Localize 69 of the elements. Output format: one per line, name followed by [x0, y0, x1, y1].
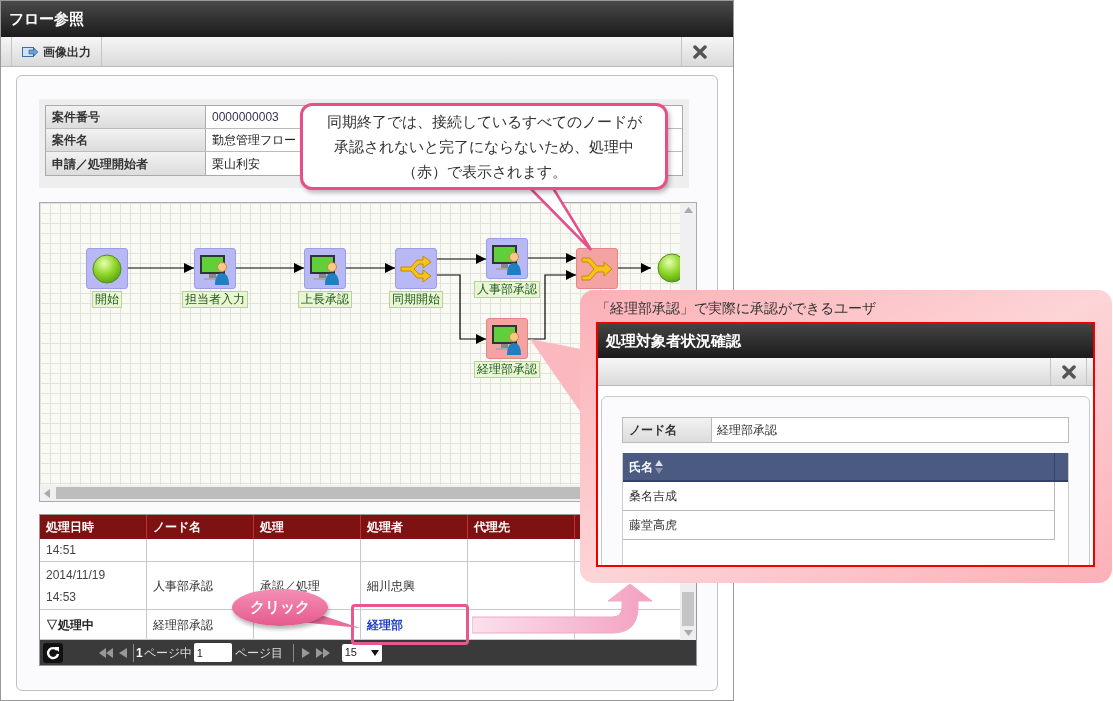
close-icon — [692, 44, 707, 59]
field-value: 経理部承認 — [716, 422, 778, 439]
callout-text: 承認されないと完了にならないため、処理中 — [334, 137, 634, 157]
column-header: ノード名 — [147, 515, 254, 539]
scroll-left-icon — [44, 488, 50, 498]
connector-arrow — [235, 263, 305, 273]
close-icon — [1061, 364, 1076, 379]
connector-arrow — [436, 254, 487, 264]
flow-node[interactable] — [576, 248, 618, 289]
flow-node[interactable] — [395, 248, 437, 289]
sort-icon — [655, 459, 663, 474]
flow-node[interactable] — [486, 238, 528, 279]
window-title: フロー参照 — [9, 8, 84, 29]
node-label: 上長承認 — [298, 291, 352, 308]
pager-label: ページ目 — [234, 644, 283, 662]
connector-arrow — [127, 263, 195, 273]
node-label: 経理部承認 — [474, 361, 540, 378]
sphere-icon — [91, 252, 123, 285]
total-pages: 1 — [136, 644, 143, 662]
table-cell: 桑名吉成 — [623, 482, 1055, 511]
field-value: 栗山利安 — [212, 155, 260, 173]
popup-caption: 「経理部承認」で実際に承認ができるユーザ — [596, 299, 877, 318]
flow-node[interactable] — [486, 318, 528, 359]
field-label: ノード名 — [623, 418, 712, 442]
column-header: 代理先 — [468, 515, 575, 539]
table-cell: 2014/11/19 14:53 — [40, 562, 147, 610]
node-label: 担当者入力 — [182, 291, 248, 308]
column-header: 処理 — [254, 515, 361, 539]
refresh-button[interactable] — [43, 642, 63, 663]
connector-arrow — [345, 263, 396, 273]
callout-text: （赤）で表示されます。 — [401, 162, 567, 182]
page-input[interactable]: 1 — [193, 643, 232, 662]
callout-text: 同期終了では、接続しているすべてのノードが — [326, 112, 642, 132]
scroll-up-icon — [683, 207, 693, 213]
fork-arrow-icon — [399, 253, 433, 284]
flow-node[interactable] — [194, 248, 236, 289]
next-page-icon[interactable] — [301, 647, 310, 658]
field-value: 0000000003 — [212, 109, 279, 126]
scroll-down-icon — [683, 630, 693, 636]
node-label: 同期開始 — [389, 291, 443, 308]
flow-node[interactable] — [86, 248, 128, 289]
column-header: 処理日時 — [40, 515, 147, 539]
field-label: 案件名 — [46, 129, 206, 151]
column-header: 処理者 — [361, 515, 468, 539]
field-value: 勤怠管理フロー — [212, 132, 296, 149]
field-label: 申請／処理開始者 — [46, 152, 206, 175]
pager-label: ページ中 — [143, 644, 192, 662]
node-label: 開始 — [92, 291, 122, 308]
table-cell: 細川忠興 — [361, 562, 468, 610]
dialog-title: 処理対象者状況確認 — [606, 330, 741, 351]
node-label: 人事部承認 — [474, 281, 540, 298]
dropdown-caret-icon — [370, 649, 379, 656]
previous-page-icon[interactable] — [119, 647, 127, 658]
field-label: 案件番号 — [46, 106, 206, 128]
flow-node[interactable] — [656, 252, 682, 284]
table-cell: 14:51 — [40, 539, 147, 562]
table-cell: 藤堂高虎 — [623, 511, 1055, 540]
last-page-icon[interactable] — [315, 647, 330, 658]
first-page-icon[interactable] — [99, 647, 113, 658]
page-size-select[interactable]: 15 — [341, 643, 382, 662]
processor-link[interactable]: 経理部 — [367, 613, 403, 636]
scrollbar-thumb[interactable] — [682, 592, 694, 626]
flow-node[interactable] — [304, 248, 346, 289]
connector-arrow — [617, 263, 652, 273]
refresh-icon — [46, 645, 60, 660]
image-export-icon — [22, 45, 38, 58]
export-image-button[interactable]: 画像出力 — [11, 37, 102, 66]
connector-arrow — [527, 253, 577, 263]
close-button[interactable] — [1050, 358, 1087, 385]
